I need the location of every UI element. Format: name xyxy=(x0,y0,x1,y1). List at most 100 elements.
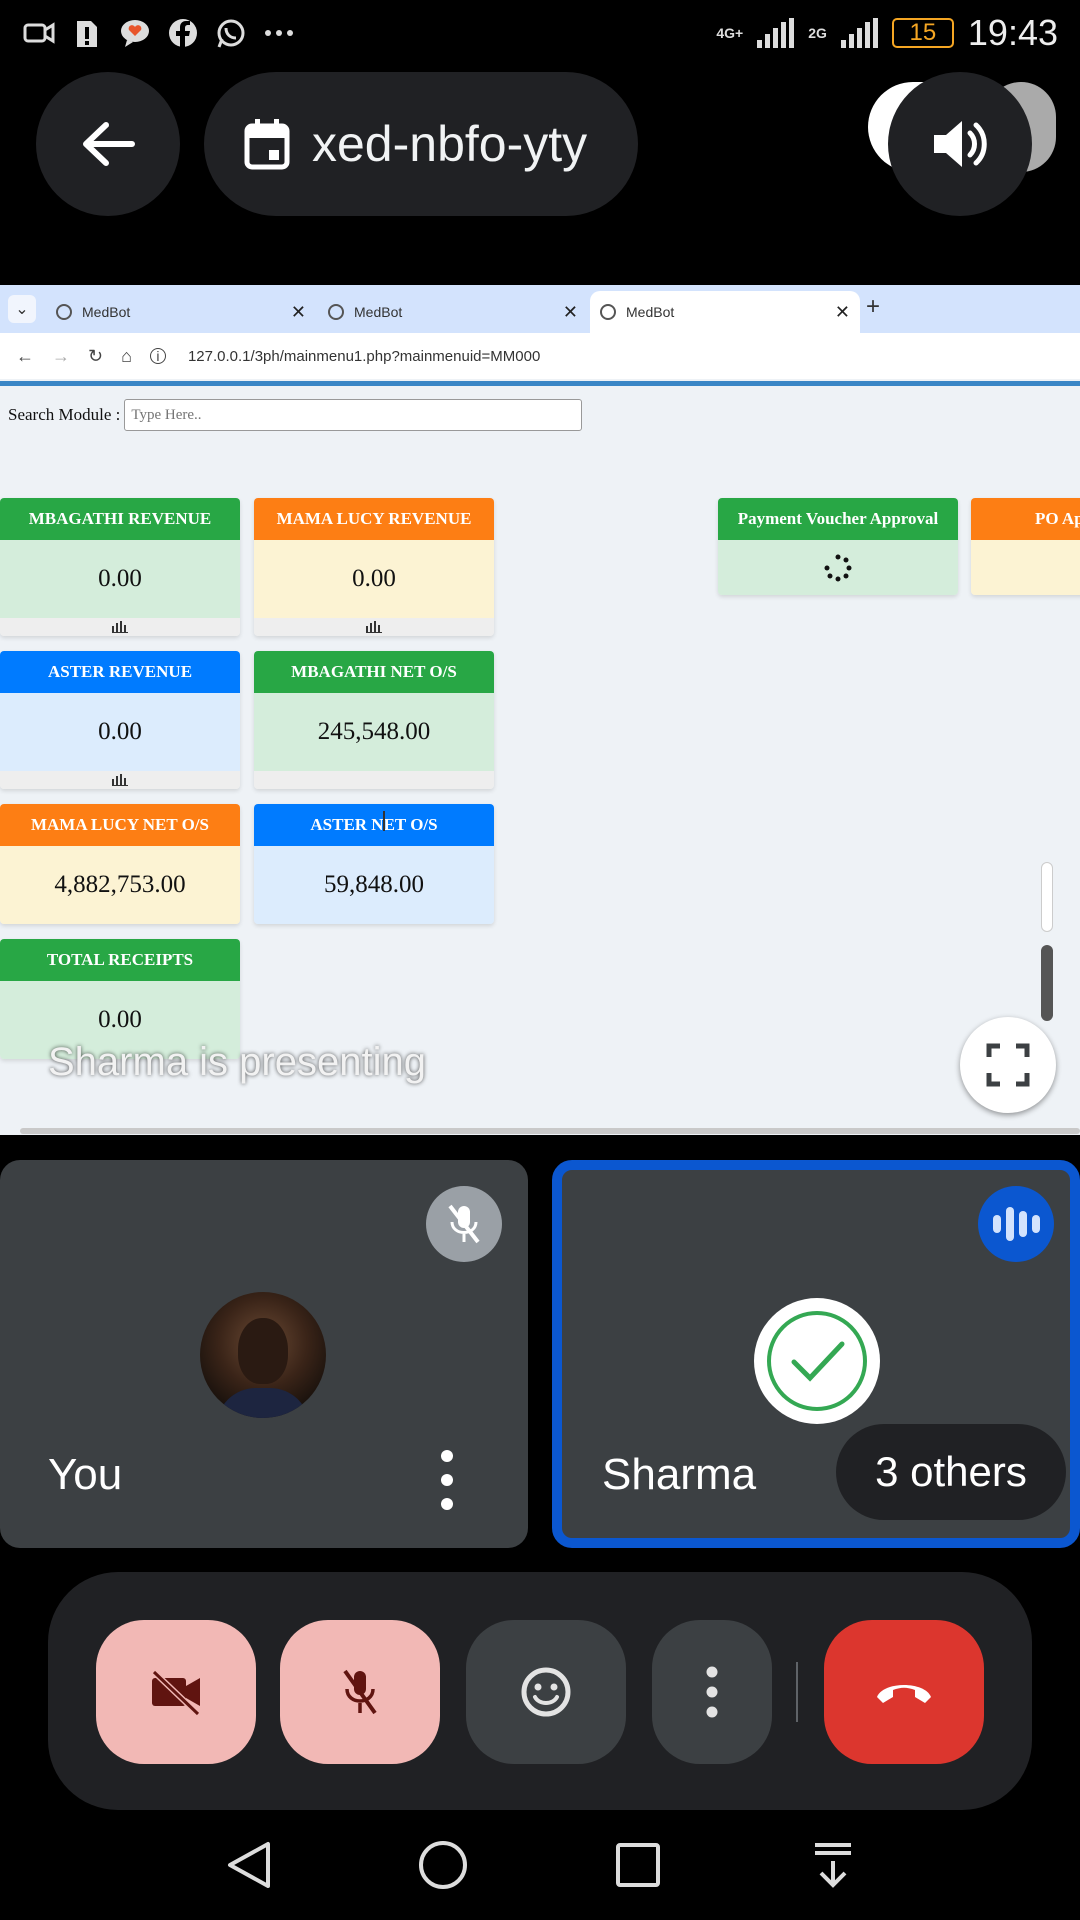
facebook-icon xyxy=(166,16,200,50)
avatar xyxy=(200,1292,326,1418)
hang-up-icon xyxy=(877,1685,931,1703)
more-notifications-icon xyxy=(262,16,296,50)
card-title: Payment Voucher Approval xyxy=(718,498,958,540)
search-label: Search Module : xyxy=(8,405,121,424)
card-mbagathi-revenue[interactable]: MBAGATHI REVENUE 0.00 xyxy=(0,498,240,636)
nav-back-button[interactable] xyxy=(218,1835,278,1895)
bar-chart-icon[interactable] xyxy=(112,774,128,786)
bar-chart-icon[interactable] xyxy=(112,621,128,633)
text-cursor xyxy=(383,811,385,831)
others-button[interactable]: 3 others xyxy=(836,1424,1066,1520)
browser-tab-1[interactable]: MedBot ✕ xyxy=(46,291,316,333)
card-title: PO Ap xyxy=(971,498,1080,540)
site-info-icon[interactable]: i xyxy=(149,348,166,364)
home-icon[interactable]: ⌂ xyxy=(121,346,132,367)
whatsapp-icon xyxy=(214,16,248,50)
card-title: MAMA LUCY NET O/S xyxy=(0,804,240,846)
scrollbar-thumb[interactable] xyxy=(1041,945,1053,1021)
calendar-icon xyxy=(244,119,290,170)
more-vert-icon xyxy=(706,1666,718,1718)
globe-icon xyxy=(328,304,344,320)
card-aster-net-os[interactable]: ASTER NET O/S 59,848.00 xyxy=(254,804,494,924)
card-po-approval[interactable]: PO Ap xyxy=(971,498,1080,595)
card-title: ASTER NET O/S xyxy=(254,804,494,846)
new-tab-button[interactable]: + xyxy=(866,293,880,321)
globe-icon xyxy=(600,304,616,320)
card-mama-lucy-revenue[interactable]: MAMA LUCY REVENUE 0.00 xyxy=(254,498,494,636)
status-bar: 4G+ 2G 15 19:43 xyxy=(0,0,1080,72)
speaker-icon xyxy=(934,121,987,167)
mic-off-icon xyxy=(448,1204,480,1244)
mic-toggle-button[interactable] xyxy=(280,1620,440,1764)
triangle-back-icon xyxy=(227,1842,270,1888)
camera-toggle-button[interactable] xyxy=(96,1620,256,1764)
browser-tab-2[interactable]: MedBot ✕ xyxy=(318,291,588,333)
browser-tab-strip: ⌄ MedBot ✕ MedBot ✕ MedBot ✕ + xyxy=(0,285,1080,333)
fullscreen-icon xyxy=(986,1043,1030,1087)
card-value xyxy=(971,540,1080,595)
close-icon[interactable]: ✕ xyxy=(291,302,306,323)
nav-home-button[interactable] xyxy=(413,1835,473,1895)
audio-output-button[interactable] xyxy=(888,72,1032,216)
scrollbar-track[interactable] xyxy=(1041,862,1053,932)
reload-icon[interactable]: ↻ xyxy=(88,346,103,367)
signal-icon xyxy=(757,18,795,48)
controls-divider xyxy=(796,1662,798,1722)
horizontal-scrollbar[interactable] xyxy=(20,1128,1080,1134)
browser-tab-3[interactable]: MedBot ✕ xyxy=(590,291,860,333)
mic-muted-indicator xyxy=(426,1186,502,1262)
card-value: 245,548.00 xyxy=(254,693,494,771)
card-title: MAMA LUCY REVENUE xyxy=(254,498,494,540)
more-options-button[interactable] xyxy=(652,1620,772,1764)
chat-heart-icon xyxy=(118,16,152,50)
tab-search-button[interactable]: ⌄ xyxy=(8,295,36,323)
presenter-tile[interactable]: Sharma 3 others xyxy=(552,1160,1080,1548)
sim-alert-icon xyxy=(70,16,104,50)
card-mbagathi-net-os[interactable]: MBAGATHI NET O/S 245,548.00 xyxy=(254,651,494,789)
card-payment-voucher-approval[interactable]: Payment Voucher Approval xyxy=(718,498,958,595)
notification-icons xyxy=(22,16,296,50)
reactions-button[interactable] xyxy=(466,1620,626,1764)
presenting-label: Sharma is presenting xyxy=(48,1040,426,1084)
leave-call-button[interactable] xyxy=(824,1620,984,1764)
close-icon[interactable]: ✕ xyxy=(563,302,578,323)
tab-title: MedBot xyxy=(354,304,403,320)
emoji-icon xyxy=(521,1667,571,1717)
shared-screen: ⌄ MedBot ✕ MedBot ✕ MedBot ✕ + ← → ↻ ⌂ i… xyxy=(0,285,1080,1135)
network-type-1: 4G+ xyxy=(716,25,744,41)
tab-title: MedBot xyxy=(626,304,675,320)
square-recents-icon xyxy=(615,1843,660,1887)
card-aster-revenue[interactable]: ASTER REVENUE 0.00 xyxy=(0,651,240,789)
camera-off-icon xyxy=(151,1669,201,1716)
card-value: 0.00 xyxy=(254,540,494,618)
arrow-left-icon xyxy=(83,122,135,166)
nav-recents-button[interactable] xyxy=(608,1835,668,1895)
close-icon[interactable]: ✕ xyxy=(835,302,850,323)
page-header-line xyxy=(0,381,1080,386)
nav-notifications-button[interactable] xyxy=(803,1835,863,1895)
mic-off-icon xyxy=(343,1669,377,1715)
system-nav-bar xyxy=(0,1810,1080,1920)
fullscreen-button[interactable] xyxy=(960,1017,1056,1113)
circle-home-icon xyxy=(418,1841,467,1889)
more-options-icon[interactable] xyxy=(432,1450,462,1510)
url-text[interactable]: 127.0.0.1/3ph/mainmenu1.php?mainmenuid=M… xyxy=(188,348,540,365)
back-button[interactable] xyxy=(36,72,180,216)
search-input[interactable] xyxy=(124,399,583,431)
card-title: MBAGATHI REVENUE xyxy=(0,498,240,540)
clock: 19:43 xyxy=(967,12,1058,53)
bar-chart-icon[interactable] xyxy=(366,621,382,633)
self-tile[interactable]: You xyxy=(0,1160,528,1548)
forward-nav-icon[interactable]: → xyxy=(52,346,70,367)
card-mama-lucy-net-os[interactable]: MAMA LUCY NET O/S 4,882,753.00 xyxy=(0,804,240,924)
loading-spinner-icon xyxy=(824,554,852,581)
check-circle-icon xyxy=(767,1311,867,1411)
card-title: TOTAL RECEIPTS xyxy=(0,939,240,981)
card-value: 4,882,753.00 xyxy=(0,846,240,924)
search-module: Search Module : xyxy=(8,399,583,431)
card-value: 0.00 xyxy=(0,540,240,618)
call-controls xyxy=(48,1572,1032,1810)
card-value: 0.00 xyxy=(0,693,240,771)
meeting-info-button[interactable]: xed-nbfo-yty xyxy=(204,72,638,216)
back-nav-icon[interactable]: ← xyxy=(16,346,34,367)
